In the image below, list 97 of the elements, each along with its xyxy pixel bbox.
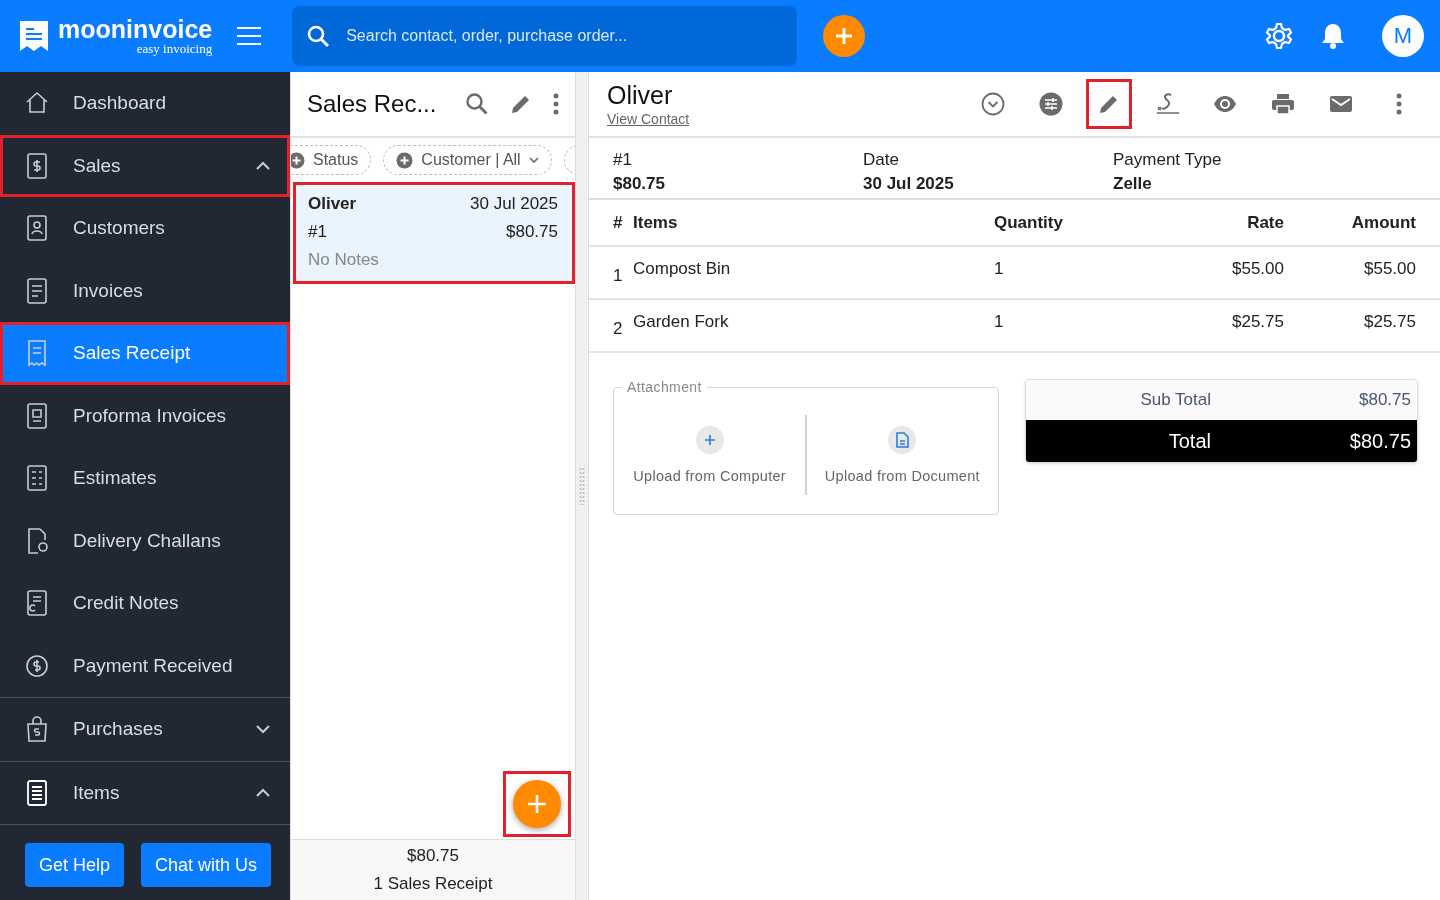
bell-icon xyxy=(1320,22,1346,50)
chevron-up-icon xyxy=(256,787,270,798)
table-cell-text: 1 xyxy=(613,266,624,287)
info-value: $80.75 xyxy=(613,174,666,194)
receipt-date: 30 Jul 2025 xyxy=(470,194,558,214)
shopping-bag-icon xyxy=(24,715,50,744)
info-label: Payment Type xyxy=(1113,150,1223,170)
contact-book-icon xyxy=(24,214,50,243)
receipt-count: 1 Sales Receipt xyxy=(373,874,493,894)
resize-handle[interactable] xyxy=(579,467,585,505)
table-cell-text: $25.75 xyxy=(1363,312,1416,332)
chevron-up-icon xyxy=(256,160,270,171)
more-vertical-icon xyxy=(553,93,559,115)
list-icon xyxy=(24,778,50,807)
plus-circle-icon xyxy=(396,151,414,169)
sidebar-item[interactable]: Proforma Invoices xyxy=(0,384,290,447)
sidebar-item[interactable]: Dashboard xyxy=(0,72,290,135)
plus-icon xyxy=(527,794,547,814)
document-icon xyxy=(24,401,50,430)
sidebar-item[interactable]: Sales xyxy=(0,134,290,197)
dropdown-circle-icon xyxy=(980,91,1006,117)
sidebar-item[interactable]: Estimates xyxy=(0,447,290,510)
total-value: $80.75 xyxy=(1348,429,1411,453)
plus-icon xyxy=(834,26,855,46)
more-vertical-icon xyxy=(1396,93,1402,115)
table-cell-text: Garden Fork xyxy=(633,312,730,332)
list-title: Sales Rec... xyxy=(307,90,438,118)
column-header: Quantity xyxy=(994,212,1064,233)
document-icon xyxy=(895,431,910,448)
table-cell-text: 2 xyxy=(613,319,624,340)
sidebar-item[interactable]: Payment Received xyxy=(0,634,290,697)
brand-tagline: easy invoicing xyxy=(136,42,213,55)
column-header: # xyxy=(613,212,624,233)
upload-document-button[interactable]: Upload from Document xyxy=(806,425,998,484)
subtotal-label: Sub Total xyxy=(1139,390,1211,410)
user-avatar[interactable]: M xyxy=(1382,15,1424,57)
receipt-notes: No Notes xyxy=(308,250,380,270)
customer-name: Oliver xyxy=(607,81,674,110)
add-button[interactable] xyxy=(823,15,866,57)
sidebar-item[interactable]: Credit Notes xyxy=(0,572,290,635)
list-document-icon xyxy=(24,464,50,493)
column-header: Items xyxy=(633,212,679,233)
brand-name: mooninvoice xyxy=(58,17,213,42)
filter-chip[interactable]: Status xyxy=(291,145,372,175)
search-button[interactable] xyxy=(465,92,489,116)
upload-computer-button[interactable]: Upload from Computer xyxy=(614,425,806,484)
info-label: #1 xyxy=(613,150,633,170)
help-button[interactable]: Get Help xyxy=(25,843,125,887)
sidebar-item[interactable]: Customers xyxy=(0,197,290,260)
sidebar-item[interactable]: Invoices xyxy=(0,259,290,322)
column-header: Rate xyxy=(1246,212,1284,233)
receipt-card[interactable]: Oliver 30 Jul 2025 #1 $80.75 No Notes xyxy=(293,182,575,284)
table-cell-text: 1 xyxy=(994,259,1005,279)
search-icon xyxy=(306,24,331,48)
printer-icon xyxy=(1270,91,1296,117)
subtotal-value: $80.75 xyxy=(1358,390,1411,410)
logo-icon xyxy=(18,19,50,53)
signature-icon xyxy=(1154,91,1180,117)
sidebar-item[interactable]: Delivery Challans xyxy=(0,509,290,572)
chevron-down-icon xyxy=(528,156,539,164)
list-total: $80.75 xyxy=(407,846,459,866)
dollar-document-icon xyxy=(24,151,50,180)
attachment-legend: Attachment xyxy=(622,379,707,395)
plus-icon xyxy=(703,433,716,446)
info-value: Zelle xyxy=(1113,174,1153,194)
menu-button[interactable] xyxy=(236,26,263,46)
column-header: Amount xyxy=(1350,212,1416,233)
search-bar[interactable]: Search contact, order, purchase order... xyxy=(292,6,798,66)
chevron-down-icon xyxy=(256,724,270,735)
receipt-number: #1 xyxy=(308,222,328,242)
total-label: Total xyxy=(1167,429,1211,453)
search-icon xyxy=(465,92,489,116)
settings-button[interactable] xyxy=(1264,21,1294,51)
table-cell-text: Compost Bin xyxy=(633,259,732,279)
table-cell-text: $55.00 xyxy=(1231,259,1284,279)
table-cell-text: 1 xyxy=(994,312,1005,332)
notifications-button[interactable] xyxy=(1320,22,1346,50)
filter-chip[interactable]: Customer | All xyxy=(383,145,552,175)
sidebar-item[interactable]: Purchases xyxy=(0,698,290,761)
info-value: 30 Jul 2025 xyxy=(863,174,955,194)
chat-button[interactable]: Chat with Us xyxy=(141,843,272,887)
sidebar-item[interactable]: Sales Receipt xyxy=(0,322,290,385)
menu-icon xyxy=(236,26,263,46)
customer-name: Oliver xyxy=(308,194,358,214)
more-button[interactable] xyxy=(553,93,559,115)
table-cell-text: $55.00 xyxy=(1363,259,1416,279)
edit-button[interactable] xyxy=(1086,79,1132,129)
document-icon xyxy=(24,589,50,618)
info-label: Date xyxy=(863,150,900,170)
receipt-amount: $80.75 xyxy=(505,222,558,242)
table-cell-text: $25.75 xyxy=(1231,312,1284,332)
view-contact-link[interactable]: View Contact xyxy=(607,111,690,127)
sidebar-item[interactable]: Items xyxy=(0,761,290,824)
sliders-icon xyxy=(1038,91,1064,117)
document-icon xyxy=(24,276,50,305)
search-field[interactable]: Search contact, order, purchase order... xyxy=(344,5,784,67)
settings-icon xyxy=(1264,21,1294,51)
